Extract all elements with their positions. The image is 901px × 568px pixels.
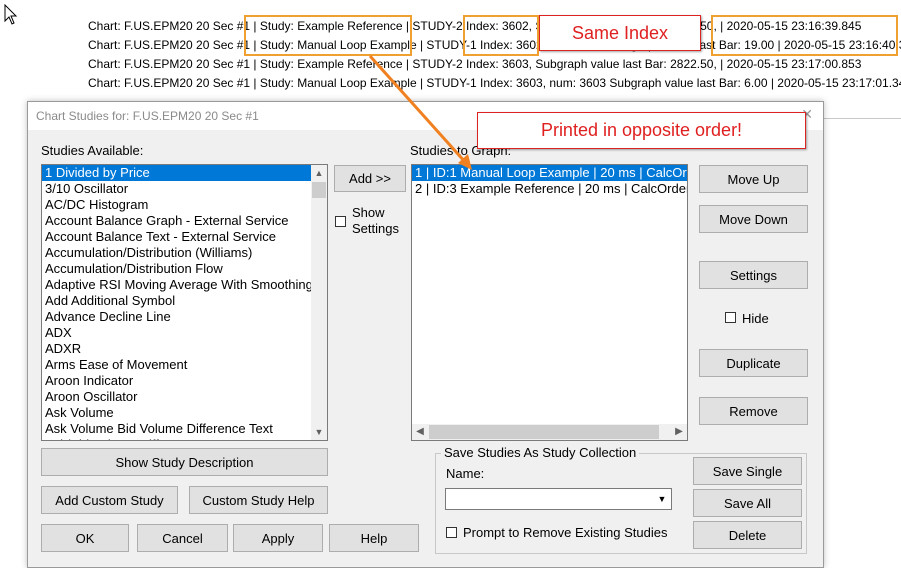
name-label: Name: (446, 466, 485, 481)
study-list-item[interactable]: Aroon Indicator (42, 373, 311, 389)
study-list-item[interactable]: Arms Ease of Movement (42, 357, 311, 373)
save-all-button[interactable]: Save All (693, 489, 802, 517)
save-collection-title: Save Studies As Study Collection (441, 445, 640, 460)
move-up-button[interactable]: Move Up (699, 165, 808, 193)
study-list-item[interactable]: Ask Volume (42, 405, 311, 421)
studies-to-graph-list[interactable]: 1 | ID:1 Manual Loop Example | 20 ms | C… (411, 164, 688, 441)
chevron-down-icon[interactable]: ▼ (654, 490, 670, 508)
studies-available-label: Studies Available: (41, 143, 144, 158)
chart-studies-dialog: Chart Studies for: F.US.EPM20 20 Sec #1 … (27, 101, 824, 568)
studies-available-list[interactable]: 1 Divided by Price 3/10 Oscillator AC/DC H… (41, 164, 328, 441)
scroll-left-icon[interactable]: ◀ (412, 424, 428, 440)
cancel-button[interactable]: Cancel (137, 524, 228, 552)
study-name-highlight (244, 15, 412, 56)
collection-name-select[interactable]: ▼ (445, 488, 672, 510)
settings-button[interactable]: Settings (699, 261, 808, 289)
show-settings-checkbox[interactable] (335, 216, 346, 227)
study-list-item[interactable]: ADXR (42, 341, 311, 357)
delete-button[interactable]: Delete (693, 521, 802, 549)
log-line: Chart: F.US.EPM20 20 Sec #1 | Study: Exa… (88, 57, 862, 71)
study-list-item[interactable]: Adaptive RSI Moving Average With Smoothi… (42, 277, 311, 293)
study-list-item[interactable]: AC/DC Histogram (42, 197, 311, 213)
scroll-down-icon[interactable]: ▼ (311, 424, 327, 440)
prompt-remove-checkbox[interactable] (446, 527, 457, 538)
hide-checkbox[interactable] (725, 312, 736, 323)
mouse-cursor-icon (4, 4, 18, 25)
study-list-item[interactable]: 3/10 Oscillator (42, 181, 311, 197)
study-list-item[interactable]: Accumulation/Distribution Flow (42, 261, 311, 277)
study-list-item[interactable]: Advance Decline Line (42, 309, 311, 325)
study-list-item[interactable]: Aroon Oscillator (42, 389, 311, 405)
apply-button[interactable]: Apply (233, 524, 323, 552)
study-list-item[interactable]: Account Balance Text - External Service (42, 229, 311, 245)
study-list-item[interactable]: Add Additional Symbol (42, 293, 311, 309)
graph-study-item[interactable]: 2 | ID:3 Example Reference | 20 ms | Cal… (412, 181, 687, 197)
move-down-button[interactable]: Move Down (699, 205, 808, 233)
add-custom-study-button[interactable]: Add Custom Study (41, 486, 178, 514)
show-study-description-button[interactable]: Show Study Description (41, 448, 328, 476)
dialog-title: Chart Studies for: F.US.EPM20 20 Sec #1 (36, 109, 259, 123)
timestamp-highlight (711, 15, 898, 56)
add-button[interactable]: Add >> (334, 165, 406, 192)
ok-button[interactable]: OK (41, 524, 129, 552)
scroll-thumb[interactable] (312, 182, 326, 198)
index-highlight (463, 15, 539, 56)
study-list-item[interactable]: ADX (42, 325, 311, 341)
hide-label: Hide (742, 311, 769, 326)
prompt-remove-label: Prompt to Remove Existing Studies (463, 525, 668, 540)
study-list-item[interactable]: Account Balance Graph - External Service (42, 213, 311, 229)
remove-button[interactable]: Remove (699, 397, 808, 425)
same-index-callout: Same Index (539, 15, 701, 51)
help-button[interactable]: Help (329, 524, 419, 552)
log-line: Chart: F.US.EPM20 20 Sec #1 | Study: Man… (88, 76, 901, 90)
custom-study-help-button[interactable]: Custom Study Help (189, 486, 328, 514)
horizontal-scrollbar[interactable]: ◀ ▶ (412, 424, 687, 440)
study-list-item[interactable]: Ask Volume Bid Volume Difference Text (42, 421, 311, 437)
show-settings-label: Show Settings (352, 205, 399, 236)
graph-study-item[interactable]: 1 | ID:1 Manual Loop Example | 20 ms | C… (412, 165, 687, 181)
study-list-item[interactable]: Accumulation/Distribution (Williams) (42, 245, 311, 261)
study-list-item[interactable]: Ask/Bid Volume Difference Bars (42, 437, 311, 440)
opposite-order-callout: Printed in opposite order! (477, 112, 806, 149)
study-list-item[interactable]: 1 Divided by Price (42, 165, 311, 181)
scroll-thumb[interactable] (429, 425, 659, 439)
scroll-right-icon[interactable]: ▶ (671, 424, 687, 440)
save-single-button[interactable]: Save Single (693, 457, 802, 485)
scroll-up-icon[interactable]: ▲ (311, 165, 327, 181)
duplicate-button[interactable]: Duplicate (699, 349, 808, 377)
vertical-scrollbar[interactable]: ▲ ▼ (311, 165, 327, 440)
